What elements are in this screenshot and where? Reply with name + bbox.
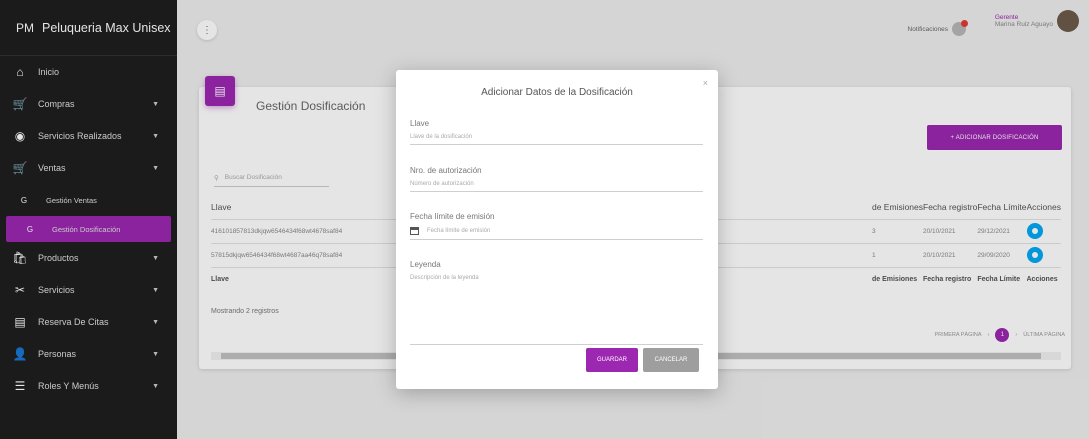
- app-root: PM Peluqueria Max Unisex ⌂ Inicio 🛒 Compras…: [0, 0, 1089, 439]
- add-dosificacion-modal: Adicionar Datos de la Dosificación × Lla…: [396, 70, 718, 389]
- limit-date-placeholder: Fecha límite de emisión: [427, 228, 491, 234]
- limit-date-field[interactable]: Fecha límite de emisión Fecha límite de …: [410, 212, 703, 240]
- authorization-label: Nro. de autorización: [410, 166, 482, 175]
- llave-label: Llave: [410, 119, 430, 128]
- close-icon[interactable]: ×: [703, 78, 708, 88]
- calendar-icon[interactable]: [410, 227, 419, 235]
- leyenda-label: Leyenda: [410, 260, 441, 269]
- llave-placeholder: Llave de la dosificación: [410, 134, 473, 140]
- limit-date-label: Fecha límite de emisión: [410, 212, 495, 221]
- authorization-field[interactable]: Nro. de autorización Número de autorizac…: [410, 166, 703, 192]
- leyenda-field[interactable]: Leyenda Descripción de la leyenda: [410, 260, 703, 345]
- cancel-button[interactable]: CANCELAR: [643, 348, 699, 372]
- llave-field[interactable]: Llave Llave de la dosificación: [410, 119, 703, 145]
- authorization-placeholder: Número de autorización: [410, 181, 474, 187]
- leyenda-placeholder: Descripción de la leyenda: [410, 275, 479, 281]
- modal-title: Adicionar Datos de la Dosificación: [481, 87, 633, 98]
- save-button[interactable]: GUARDAR: [586, 348, 638, 372]
